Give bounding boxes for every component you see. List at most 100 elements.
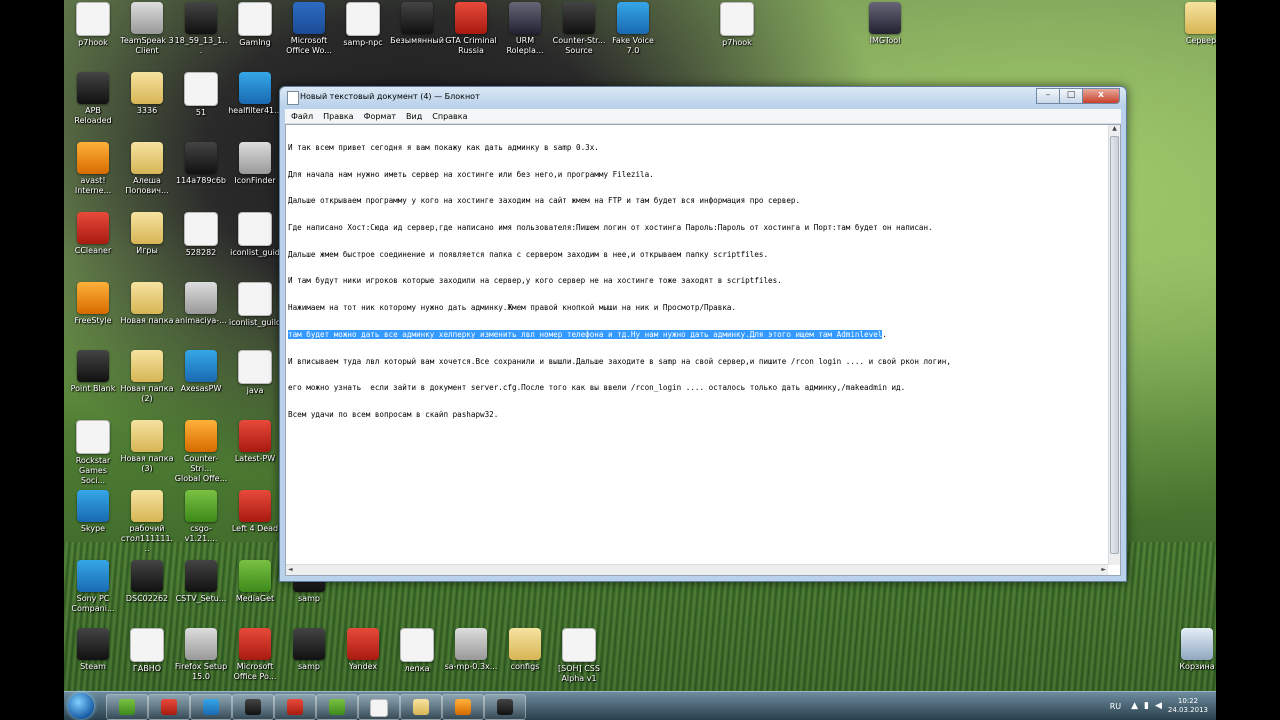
- desktop-icon[interactable]: Новая папка (3): [120, 420, 174, 474]
- desktop-icon[interactable]: Fake Voice 7.0: [606, 2, 660, 56]
- menu-edit[interactable]: Правка: [319, 112, 357, 121]
- desktop-icon[interactable]: рабочий стол111111...: [120, 490, 174, 554]
- desktop-icon[interactable]: sa-mp-0.3x...: [444, 628, 498, 672]
- taskbar-media[interactable]: [442, 694, 484, 720]
- desktop-icon-label: AxesasPW: [180, 384, 222, 393]
- taskbar-notepad[interactable]: [358, 694, 400, 720]
- text-editor[interactable]: И так всем привет сегодня я вам покажу к…: [285, 124, 1121, 576]
- taskbar-cs[interactable]: [484, 694, 526, 720]
- desktop-icon[interactable]: iconlist_guid: [228, 212, 282, 258]
- taskbar-chrome[interactable]: [148, 694, 190, 720]
- tray-arrow-icon[interactable]: ▲: [1131, 701, 1138, 711]
- taskbar-explorer[interactable]: [400, 694, 442, 720]
- desktop-icon[interactable]: Корзина: [1170, 628, 1216, 672]
- desktop-icon[interactable]: Игры: [120, 212, 174, 256]
- desktop-icon[interactable]: java: [228, 350, 282, 396]
- desktop-icon[interactable]: csgo-v1.21....: [174, 490, 228, 544]
- desktop-icon[interactable]: avast! Interne...: [66, 142, 120, 196]
- scroll-left-arrow-icon[interactable]: ◄: [288, 566, 293, 573]
- desktop-icon[interactable]: лепка: [390, 628, 444, 674]
- desktop-icon[interactable]: ГАВНО: [120, 628, 174, 674]
- scroll-thumb[interactable]: [1110, 136, 1119, 554]
- desktop-icon[interactable]: MediaGet: [228, 560, 282, 604]
- minimize-button[interactable]: –: [1036, 88, 1060, 104]
- clock[interactable]: 10:22 24.03.2013: [1168, 697, 1208, 715]
- desktop-icon[interactable]: IMGTool: [858, 2, 912, 46]
- desktop-icon[interactable]: iconlist_guild: [228, 282, 282, 328]
- desktop-icon[interactable]: p7hook: [66, 2, 120, 48]
- desktop-icon[interactable]: CCleaner: [66, 212, 120, 256]
- desktop-icon[interactable]: Firefox Setup 15.0: [174, 628, 228, 682]
- text-line: И вписываем туда лвл который вам хочется…: [288, 356, 951, 366]
- menu-format[interactable]: Формат: [360, 112, 400, 121]
- desktop-icon[interactable]: FreeStyle: [66, 282, 120, 326]
- desktop-icon-label: CSTV_Setu...: [175, 594, 227, 603]
- desktop-icon[interactable]: Новая папка: [120, 282, 174, 326]
- folder-icon: [509, 628, 541, 660]
- blue-icon: [185, 350, 217, 382]
- vertical-scrollbar[interactable]: ▲: [1108, 125, 1120, 565]
- desktop-icon[interactable]: Left 4 Dead: [228, 490, 282, 534]
- desktop-icon[interactable]: Сервер: [1174, 2, 1216, 46]
- desktop-icon[interactable]: configs: [498, 628, 552, 672]
- desktop-icon[interactable]: Latest-PW: [228, 420, 282, 464]
- desktop-icon[interactable]: Rockstar Games Soci...: [66, 420, 120, 486]
- desktop-icon[interactable]: 18_59_13_1...: [174, 2, 228, 56]
- desktop-icon[interactable]: Counter-Stri... Global Offe...: [174, 420, 228, 484]
- horizontal-scrollbar[interactable]: ◄ ►: [286, 564, 1108, 575]
- desktop-icon[interactable]: p7hook: [710, 2, 764, 48]
- taskbar-notepadpp[interactable]: [316, 694, 358, 720]
- desktop-icon[interactable]: samp-npc: [336, 2, 390, 48]
- desktop-icon[interactable]: Microsoft Office Po...: [228, 628, 282, 682]
- desktop-icon[interactable]: DSC02262: [120, 560, 174, 604]
- scroll-up-arrow-icon[interactable]: ▲: [1109, 125, 1120, 135]
- desktop-icon[interactable]: Steam: [66, 628, 120, 672]
- desktop-icon[interactable]: Point Blank: [66, 350, 120, 394]
- desktop-icon[interactable]: Алеша Попович...: [120, 142, 174, 196]
- desktop-icon[interactable]: AxesasPW: [174, 350, 228, 394]
- menu-help[interactable]: Справка: [428, 112, 471, 121]
- taskbar-skype[interactable]: [190, 694, 232, 720]
- menu-view[interactable]: Вид: [402, 112, 426, 121]
- desktop-icon[interactable]: CSTV_Setu...: [174, 560, 228, 604]
- start-button[interactable]: [68, 693, 94, 719]
- folder-icon: [131, 212, 163, 244]
- scroll-right-arrow-icon[interactable]: ►: [1101, 566, 1106, 573]
- language-indicator[interactable]: RU: [1110, 702, 1121, 711]
- desktop-icon[interactable]: APB Reloaded: [66, 72, 120, 126]
- desktop-icon[interactable]: 528282: [174, 212, 228, 258]
- menu-file[interactable]: Файл: [287, 112, 317, 121]
- taskbar-game[interactable]: [232, 694, 274, 720]
- taskbar-app[interactable]: [106, 694, 148, 720]
- desktop-icon[interactable]: 114a789c6b: [174, 142, 228, 186]
- desktop-icon[interactable]: GamIng: [228, 2, 282, 48]
- desktop-icon[interactable]: Новая папка (2): [120, 350, 174, 404]
- desktop-icon[interactable]: Skype: [66, 490, 120, 534]
- close-button[interactable]: x: [1082, 88, 1120, 104]
- volume-icon[interactable]: ◀: [1155, 701, 1162, 711]
- desktop-icon[interactable]: Microsoft Office Wo...: [282, 2, 336, 56]
- maximize-button[interactable]: □: [1059, 88, 1083, 104]
- desktop-icon-label: Counter-Str... Source: [552, 36, 606, 55]
- desktop-icon[interactable]: Sony PC Compani...: [66, 560, 120, 614]
- desktop-icon[interactable]: animaciya-...: [174, 282, 228, 326]
- notepad-window[interactable]: Новый текстовый документ (4) — Блокнот –…: [279, 86, 1127, 582]
- desktop-icon[interactable]: samp: [282, 628, 336, 672]
- network-icon[interactable]: ▮: [1144, 701, 1149, 711]
- desktop-icon[interactable]: Безымянный: [390, 2, 444, 46]
- notepad-titlebar[interactable]: Новый текстовый документ (4) — Блокнот –…: [280, 87, 1126, 107]
- desktop-icon[interactable]: 3336: [120, 72, 174, 116]
- desktop-icon[interactable]: URM Rolepla...: [498, 2, 552, 56]
- desktop-icon[interactable]: TeamSpeak 3 Client: [120, 2, 174, 56]
- desktop-icon[interactable]: Yandex: [336, 628, 390, 672]
- desktop-icon[interactable]: Counter-Str... Source: [552, 2, 606, 56]
- document-text[interactable]: И так всем привет сегодня я вам покажу к…: [286, 125, 1108, 565]
- taskbar-filezilla[interactable]: [274, 694, 316, 720]
- dark-icon: [77, 72, 109, 104]
- desktop-icon[interactable]: IconFinder: [228, 142, 282, 186]
- desktop-icon[interactable]: 51: [174, 72, 228, 118]
- desktop-icon[interactable]: healfilter41...: [228, 72, 282, 116]
- desktop-icon[interactable]: GTA Criminal Russia: [444, 2, 498, 56]
- desktop-icon[interactable]: [SOH] CSS Alpha v1: [552, 628, 606, 684]
- desktop-icon-label: Алеша Попович...: [125, 176, 169, 195]
